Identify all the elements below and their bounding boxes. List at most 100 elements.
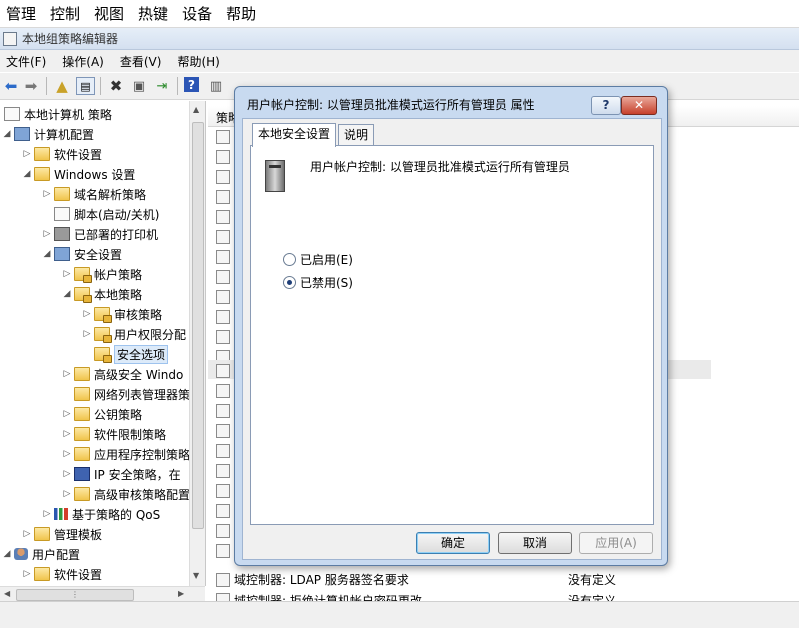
tree-item-security-options[interactable]: 安全选项 <box>92 344 169 364</box>
tree-item-app-control[interactable]: ▷ 应用程序控制策略 <box>62 444 190 464</box>
tree-vertical-scrollbar[interactable]: ▲ ▼ <box>189 101 205 586</box>
host-menu-devices[interactable]: 设备 <box>176 3 218 24</box>
collapsed-arrow-icon[interactable]: ▷ <box>22 529 32 539</box>
host-menu-help[interactable]: 帮助 <box>220 3 262 24</box>
expanded-arrow-icon[interactable]: ◢ <box>42 249 52 259</box>
expanded-arrow-icon[interactable]: ◢ <box>2 129 12 139</box>
tree-item-advanced-audit[interactable]: ▷ 高级审核策略配置 <box>62 484 190 504</box>
tab-content: 用户帐户控制: 以管理员批准模式运行所有管理员 已启用(E) 已禁用(S) <box>250 145 654 525</box>
scroll-down-arrow-icon[interactable]: ▼ <box>193 571 199 580</box>
tree-item-computer-config[interactable]: ◢ 计算机配置 <box>2 124 94 144</box>
collapsed-arrow-icon[interactable]: ▷ <box>62 409 72 419</box>
expanded-arrow-icon[interactable]: ◢ <box>2 549 12 559</box>
dialog-title: 用户帐户控制: 以管理员批准模式运行所有管理员 属性 <box>247 98 535 112</box>
policy-item-icon <box>216 230 230 244</box>
tree-item-software-settings[interactable]: ▷ 软件设置 <box>22 144 102 164</box>
tree-item-scripts[interactable]: 脚本(启动/关机) <box>52 204 159 224</box>
collapsed-arrow-icon[interactable]: ▷ <box>62 429 72 439</box>
menu-view[interactable]: 查看(V) <box>114 53 168 70</box>
show-hide-tree-icon[interactable]: ▤ <box>76 77 95 95</box>
tree-item-user-rights[interactable]: ▷ 用户权限分配 <box>82 324 186 344</box>
dialog-close-button[interactable]: ✕ <box>621 96 657 115</box>
collapsed-arrow-icon[interactable]: ▷ <box>62 369 72 379</box>
view-icon[interactable]: ▥ <box>207 77 225 95</box>
tree-item-windows-settings[interactable]: ◢ Windows 设置 <box>22 164 135 184</box>
radio-button[interactable] <box>283 253 296 266</box>
tree-item-local-policy[interactable]: 本地计算机 策略 <box>2 104 112 124</box>
expanded-arrow-icon[interactable]: ◢ <box>62 289 72 299</box>
window-title-bar[interactable]: 本地组策略编辑器 <box>0 28 799 50</box>
list-item[interactable]: 域控制器: LDAP 服务器签名要求 没有定义 <box>216 569 616 589</box>
up-folder-icon[interactable]: ▲ <box>53 77 71 95</box>
collapsed-arrow-icon[interactable]: ▷ <box>82 309 92 319</box>
collapsed-arrow-icon[interactable]: ▷ <box>42 509 52 519</box>
collapsed-arrow-icon[interactable]: ▷ <box>22 149 32 159</box>
menu-file[interactable]: 文件(F) <box>0 53 52 70</box>
menu-help[interactable]: 帮助(H) <box>171 53 225 70</box>
collapsed-arrow-icon[interactable]: ▷ <box>62 489 72 499</box>
tree-horizontal-scrollbar[interactable]: ◀ ⋮ ▶ <box>0 586 205 602</box>
tree-item-ipsec[interactable]: ▷ IP 安全策略，在 <box>62 464 181 484</box>
host-menu-manage[interactable]: 管理 <box>0 3 42 24</box>
help-icon[interactable]: ? <box>184 77 199 92</box>
tree-item-label: 软件设置 <box>54 147 103 162</box>
policy-item-icon <box>216 484 230 498</box>
collapsed-arrow-icon[interactable]: ▷ <box>42 229 52 239</box>
radio-enabled[interactable]: 已启用(E) <box>283 251 353 268</box>
tree-item-label: 高级审核策略配置 <box>94 487 191 502</box>
collapsed-arrow-icon[interactable]: ▷ <box>22 569 32 579</box>
menu-action[interactable]: 操作(A) <box>56 53 110 70</box>
delete-icon[interactable]: ✖ <box>107 77 125 95</box>
tree-item-local-policies[interactable]: ◢ 本地策略 <box>62 284 142 304</box>
scroll-right-arrow-icon[interactable]: ▶ <box>178 589 184 598</box>
scrollbar-thumb[interactable] <box>192 122 204 529</box>
tree-item-software-restriction[interactable]: ▷ 软件限制策略 <box>62 424 166 444</box>
back-icon[interactable]: ⬅ <box>2 77 20 95</box>
export-icon[interactable]: ⇥ <box>153 77 171 95</box>
dialog-help-button[interactable]: ? <box>591 96 621 115</box>
host-menu-hotkey[interactable]: 热键 <box>132 3 174 24</box>
host-menu-view[interactable]: 视图 <box>88 3 130 24</box>
tree-item-name-resolution[interactable]: ▷ 域名解析策略 <box>42 184 146 204</box>
tree-item-audit-policy[interactable]: ▷ 审核策略 <box>82 304 162 324</box>
radio-disabled[interactable]: 已禁用(S) <box>283 274 353 291</box>
tree-item-label: 审核策略 <box>114 307 163 322</box>
tree-item-label: 用户配置 <box>32 547 81 562</box>
scroll-left-arrow-icon[interactable]: ◀ <box>4 589 10 598</box>
collapsed-arrow-icon[interactable]: ▷ <box>62 469 72 479</box>
tree-item-security-settings[interactable]: ◢ 安全设置 <box>42 244 122 264</box>
tree-item-user-software-settings[interactable]: ▷ 软件设置 <box>22 564 102 584</box>
collapsed-arrow-icon[interactable]: ▷ <box>62 449 72 459</box>
tree-item-network-list[interactable]: 网络列表管理器策 <box>72 384 190 404</box>
policy-item-icon <box>216 310 230 324</box>
tree-item-label: 高级安全 Windo <box>94 367 184 382</box>
collapsed-arrow-icon[interactable]: ▷ <box>42 189 52 199</box>
tree-item-printers[interactable]: ▷ 已部署的打印机 <box>42 224 158 244</box>
policy-item-icon <box>216 250 230 264</box>
properties-icon[interactable]: ▣ <box>130 77 148 95</box>
expanded-arrow-icon[interactable]: ◢ <box>22 169 32 179</box>
apply-button[interactable]: 应用(A) <box>579 532 653 554</box>
tree-item-label: 帐户策略 <box>94 267 143 282</box>
tree-item-public-key[interactable]: ▷ 公钥策略 <box>62 404 142 424</box>
collapsed-arrow-icon[interactable]: ▷ <box>62 269 72 279</box>
cancel-button[interactable]: 取消 <box>498 532 572 554</box>
scrollbar-thumb[interactable]: ⋮ <box>16 589 134 601</box>
scroll-up-arrow-icon[interactable]: ▲ <box>193 105 199 114</box>
host-menu-control[interactable]: 控制 <box>44 3 86 24</box>
forward-icon[interactable]: ➡ <box>22 77 40 95</box>
ok-button[interactable]: 确定 <box>416 532 490 554</box>
folder-icon <box>74 447 90 461</box>
collapsed-arrow-icon[interactable]: ▷ <box>82 329 92 339</box>
radio-button[interactable] <box>283 276 296 289</box>
list-item[interactable]: 域控制器: 拒绝计算机帐户密码更改 没有定义 <box>216 589 616 601</box>
tree-item-admin-templates[interactable]: ▷ 管理模板 <box>22 524 102 544</box>
tree-item-qos[interactable]: ▷ 基于策略的 QoS <box>42 504 161 524</box>
tab-explain[interactable]: 说明 <box>338 124 375 145</box>
tree-item-account-policies[interactable]: ▷ 帐户策略 <box>62 264 142 284</box>
tab-local-security-setting[interactable]: 本地安全设置 <box>252 123 337 147</box>
policy-item-icon <box>216 464 230 478</box>
tree-item-advanced-firewall[interactable]: ▷ 高级安全 Windo <box>62 364 183 384</box>
tree-item-user-config[interactable]: ◢ 用户配置 <box>2 544 80 564</box>
folder-icon <box>34 167 50 181</box>
